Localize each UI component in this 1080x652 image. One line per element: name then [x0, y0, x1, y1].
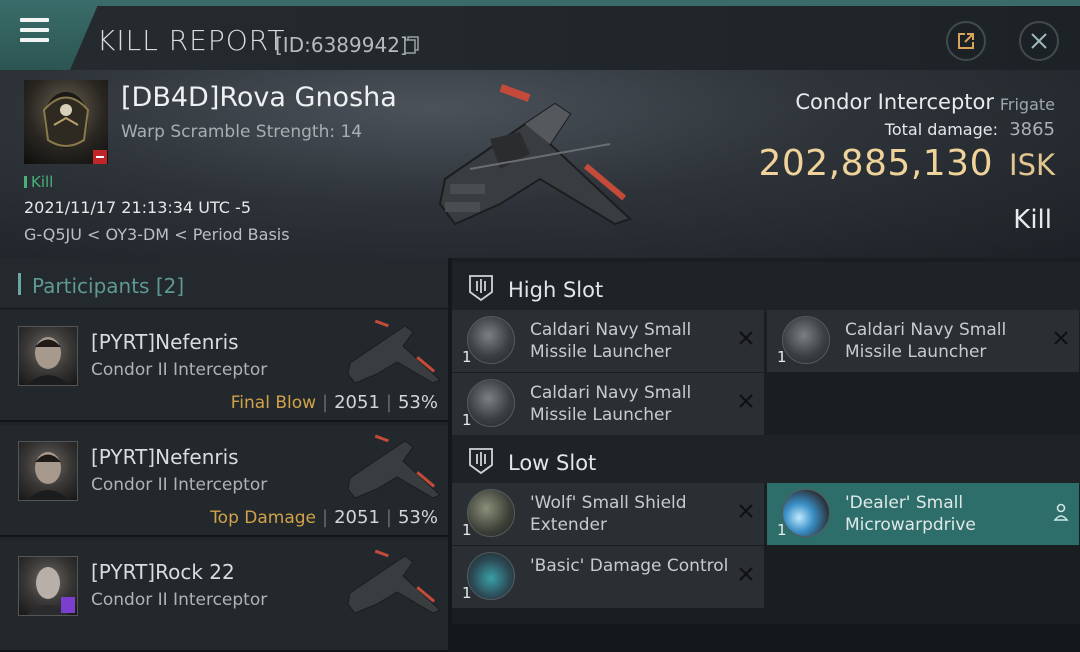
menu-tab[interactable] [0, 0, 100, 70]
role-badge [61, 597, 75, 613]
microwarpdrive-icon [782, 489, 830, 537]
external-link-icon [958, 33, 974, 49]
missile-launcher-icon [467, 316, 515, 364]
participant-ship-image[interactable] [345, 433, 445, 503]
participant-row[interactable]: [PYRT]Nefenris Condor II Interceptor Fin… [0, 310, 448, 422]
item-quantity: 1 [462, 584, 472, 602]
copy-icon[interactable] [404, 36, 420, 54]
high-slot-icon [469, 275, 493, 302]
person-icon [1053, 503, 1069, 521]
fitted-item-dropped[interactable]: 1 'Dealer' Small Microwarpdrive [767, 483, 1079, 545]
participant-stats: Top Damage | 2051 | 53% [210, 507, 438, 528]
item-name: Caldari Navy Small Missile Launcher [845, 320, 1007, 362]
item-quantity: 1 [777, 521, 787, 539]
portrait-image [27, 337, 69, 385]
participant-percent: 53% [397, 392, 438, 413]
victim-ship-name[interactable]: Condor Interceptor [795, 90, 994, 114]
participant-name[interactable]: [PYRT]Nefenris [91, 445, 239, 469]
destroyed-icon [739, 394, 753, 408]
total-damage-value: 3865 [1009, 119, 1055, 140]
item-quantity: 1 [777, 348, 787, 366]
participant-damage: 2051 [334, 392, 380, 413]
isk-label: ISK [1009, 148, 1055, 182]
participant-ship-image[interactable] [345, 548, 445, 618]
participant-portrait[interactable] [18, 326, 78, 386]
kill-location[interactable]: G-Q5JU < OY3-DM < Period Basis [24, 225, 290, 244]
high-slot-header: High Slot [452, 262, 1080, 312]
participant-row[interactable]: [PYRT]Nefenris Condor II Interceptor Top… [0, 425, 448, 537]
low-slot-icon [469, 448, 493, 475]
item-name: 'Dealer' Small Microwarpdrive [845, 493, 976, 535]
participant-percent: 53% [397, 507, 438, 528]
low-slot-title: Low Slot [508, 451, 597, 475]
final-blow-tag: Final Blow [230, 393, 317, 413]
participants-panel: Participants [2] [PYRT]Nefenris Condor I… [0, 258, 448, 652]
destroyed-icon [1054, 331, 1068, 345]
victim-header: [DB4D]Rova Gnosha Warp Scramble Strength… [0, 70, 1080, 258]
item-quantity: 1 [462, 348, 472, 366]
damage-control-icon [467, 552, 515, 600]
participant-stats: Final Blow | 2051 | 53% [230, 392, 438, 413]
victim-ship-image[interactable] [430, 84, 650, 239]
victim-name[interactable]: [DB4D]Rova Gnosha [121, 82, 397, 113]
total-damage-label: Total damage: [884, 120, 998, 139]
item-name: Caldari Navy Small Missile Launcher [530, 383, 692, 425]
missile-launcher-icon [782, 316, 830, 364]
close-icon [1031, 33, 1047, 49]
fitted-item[interactable]: 1 Caldari Navy Small Missile Launcher [452, 373, 764, 435]
participants-title: Participants [2] [32, 274, 185, 298]
item-name: Caldari Navy Small Missile Launcher [530, 320, 692, 362]
fitted-item[interactable]: 1 Caldari Navy Small Missile Launcher [452, 310, 764, 372]
high-slot-title: High Slot [508, 278, 604, 302]
export-button[interactable] [946, 21, 986, 61]
destroyed-icon [739, 504, 753, 518]
standing-badge [93, 150, 107, 164]
hamburger-icon[interactable] [20, 18, 49, 42]
warp-scramble-strength: Warp Scramble Strength: 14 [121, 122, 363, 142]
participant-ship[interactable]: Condor II Interceptor [91, 360, 267, 380]
victim-ship-class: Frigate [999, 95, 1055, 114]
fitted-item[interactable]: 1 'Basic' Damage Control [452, 546, 764, 608]
participant-name[interactable]: [PYRT]Nefenris [91, 330, 239, 354]
participant-damage: 2051 [334, 507, 380, 528]
portrait-image [27, 452, 69, 500]
destroyed-icon [739, 567, 753, 581]
participants-header: Participants [2] [0, 258, 448, 309]
fitted-item[interactable]: 1 'Wolf' Small Shield Extender [452, 483, 764, 545]
destroyed-icon [739, 331, 753, 345]
kill-datetime: 2021/11/17 21:13:34 UTC -5 [24, 198, 252, 217]
item-name: 'Basic' Damage Control [530, 556, 729, 576]
kill-id: [ID:6389942] [275, 33, 408, 57]
item-quantity: 1 [462, 411, 472, 429]
top-bar: KILL REPORT [ID:6389942] [0, 0, 1080, 70]
kill-result: Kill [1013, 205, 1052, 235]
item-quantity: 1 [462, 521, 472, 539]
kill-tag: Kill [24, 173, 53, 191]
isk-value: 202,885,130 [758, 143, 993, 184]
participant-row[interactable]: [PYRT]Rock 22 Condor II Interceptor [0, 540, 448, 652]
close-button[interactable] [1019, 21, 1059, 61]
shield-extender-icon [467, 489, 515, 537]
fitted-item[interactable]: 1 Caldari Navy Small Missile Launcher [767, 310, 1079, 372]
participant-ship[interactable]: Condor II Interceptor [91, 590, 267, 610]
participant-name[interactable]: [PYRT]Rock 22 [91, 560, 235, 584]
missile-launcher-icon [467, 379, 515, 427]
participant-portrait[interactable] [18, 441, 78, 501]
page-title: KILL REPORT [97, 24, 286, 57]
participant-ship-image[interactable] [345, 318, 445, 388]
item-name: 'Wolf' Small Shield Extender [530, 493, 687, 535]
section-bar [18, 273, 21, 295]
participant-ship[interactable]: Condor II Interceptor [91, 475, 267, 495]
top-damage-tag: Top Damage [210, 508, 317, 528]
fitting-panel: High Slot 1 Caldari Navy Small Missile L… [452, 258, 1080, 624]
low-slot-header: Low Slot [452, 435, 1080, 485]
